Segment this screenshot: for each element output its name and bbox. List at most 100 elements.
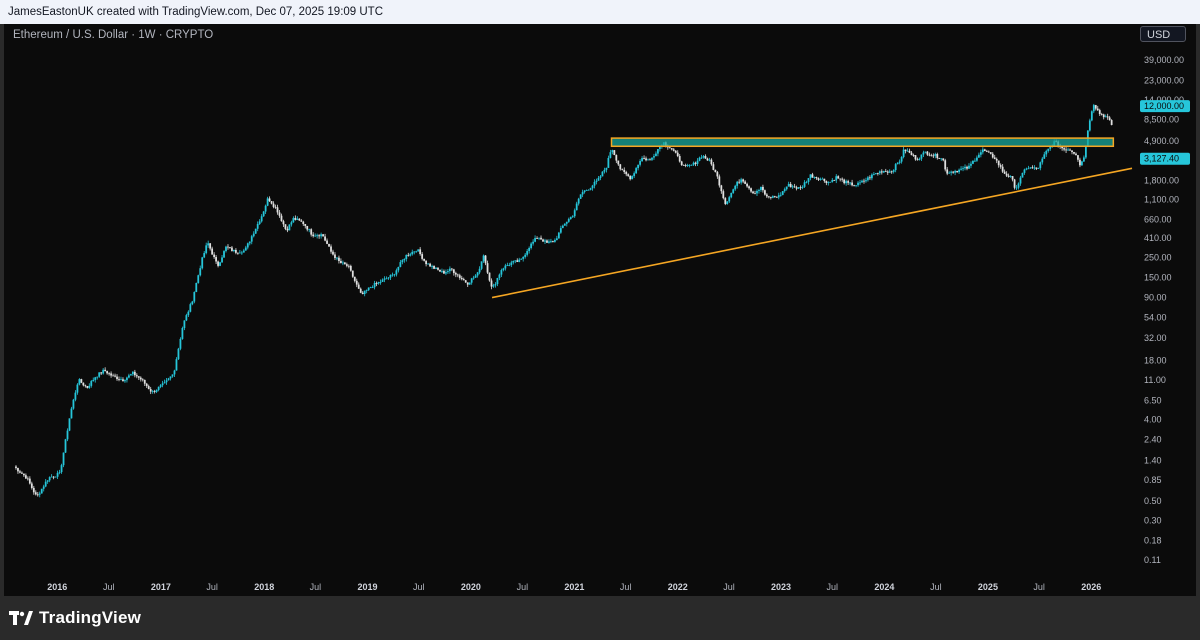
candle-body <box>851 182 853 186</box>
candle-body <box>1015 187 1018 189</box>
candle-body <box>563 223 566 226</box>
candle-body <box>316 235 319 237</box>
candle-body <box>948 172 951 174</box>
candle-body <box>88 385 91 388</box>
candle-body <box>740 179 743 183</box>
candle-body <box>40 488 43 494</box>
y-tick-label: 660.00 <box>1144 215 1172 225</box>
candle-body <box>888 171 891 173</box>
candle-body <box>639 161 641 165</box>
candle-body <box>379 281 382 283</box>
candle-body <box>1092 105 1095 112</box>
candle-body <box>942 158 945 161</box>
candle-body <box>211 248 214 255</box>
candle-body <box>680 161 683 166</box>
candle-body <box>128 375 130 378</box>
candle-body <box>409 254 412 256</box>
candle-body <box>199 268 202 276</box>
candle-body <box>938 158 941 159</box>
candle-body <box>835 176 838 181</box>
candle-body <box>1029 167 1032 169</box>
candle-body <box>306 226 309 230</box>
candle-body <box>863 180 865 182</box>
candle-body <box>1102 114 1105 118</box>
candle-body <box>738 181 741 183</box>
candle-body <box>676 152 679 156</box>
candle-body <box>215 257 217 262</box>
candle-body <box>581 192 584 195</box>
candle-body <box>56 472 59 477</box>
candle-body <box>183 320 186 329</box>
candle-body <box>803 182 806 187</box>
tradingview-logo[interactable]: TradingView <box>9 608 141 628</box>
candle-body <box>1108 117 1111 121</box>
candle-body <box>906 150 909 152</box>
candle-body <box>464 280 467 283</box>
y-tick-label: 1.40 <box>1144 455 1162 465</box>
candle-body <box>179 338 182 349</box>
candle-body <box>861 180 863 183</box>
candle-body <box>688 164 691 166</box>
candle-body <box>542 239 544 242</box>
candle-body <box>752 191 754 194</box>
y-tick-label: 2.40 <box>1144 434 1162 444</box>
candle-body <box>686 165 689 166</box>
candle-body <box>530 243 533 249</box>
y-tick-label: 18.00 <box>1144 356 1167 366</box>
candle-body <box>84 385 87 387</box>
candle-body <box>1104 116 1107 118</box>
candle-body <box>528 248 531 252</box>
candle-body <box>405 254 408 260</box>
candle-body <box>157 386 160 390</box>
x-tick-label: 2026 <box>1081 582 1101 592</box>
candle-body <box>1013 179 1016 188</box>
candle-body <box>789 183 792 188</box>
candle-body <box>231 247 233 251</box>
candle-body <box>240 252 243 254</box>
y-tick-label: 4.00 <box>1144 414 1162 424</box>
candle-body <box>813 177 816 178</box>
x-tick-label: 2019 <box>358 582 378 592</box>
candle-body <box>403 259 406 261</box>
candle-body <box>399 262 402 267</box>
candle-body <box>80 379 83 383</box>
candle-body <box>175 359 178 371</box>
candle-body <box>981 149 984 153</box>
candle-body <box>504 265 507 269</box>
candle-body <box>268 198 271 202</box>
x-tick-label: Jul <box>930 582 942 592</box>
x-tick-label: Jul <box>413 582 425 592</box>
candle-body <box>23 473 25 476</box>
price-chart[interactable]: 39,000.0023,000.0014,000.008,500.004,900… <box>4 24 1196 596</box>
candle-body <box>756 190 758 194</box>
candle-body <box>865 180 867 182</box>
candle-body <box>520 258 523 260</box>
candle-body <box>155 389 158 392</box>
candle-body <box>181 328 184 339</box>
candle-body <box>296 218 299 220</box>
candle-body <box>1047 148 1050 151</box>
candle-body <box>1027 168 1030 170</box>
candle-body <box>559 228 562 233</box>
candle-body <box>34 492 37 495</box>
candle-body <box>357 284 360 289</box>
candle-body <box>118 379 120 380</box>
candle-body <box>377 282 380 284</box>
candle-body <box>345 264 348 266</box>
candle-body <box>169 376 172 379</box>
candle-body <box>417 249 420 252</box>
chart-panel[interactable]: 39,000.00 23,000.00 14,000.00 8,500.00 4,900… <box>4 24 1196 596</box>
candle-body <box>876 173 879 174</box>
candle-body <box>645 158 647 161</box>
candle-body <box>730 192 733 198</box>
candle-body <box>187 311 190 316</box>
candle-body <box>821 178 824 180</box>
candle-body <box>203 253 206 258</box>
candle-body <box>651 157 653 160</box>
candle-body <box>92 379 95 382</box>
candle-body <box>522 256 525 259</box>
candle-body <box>882 171 885 173</box>
candle-body <box>98 372 101 377</box>
currency-selector[interactable]: USD <box>1140 26 1186 42</box>
candle-body <box>177 348 180 360</box>
